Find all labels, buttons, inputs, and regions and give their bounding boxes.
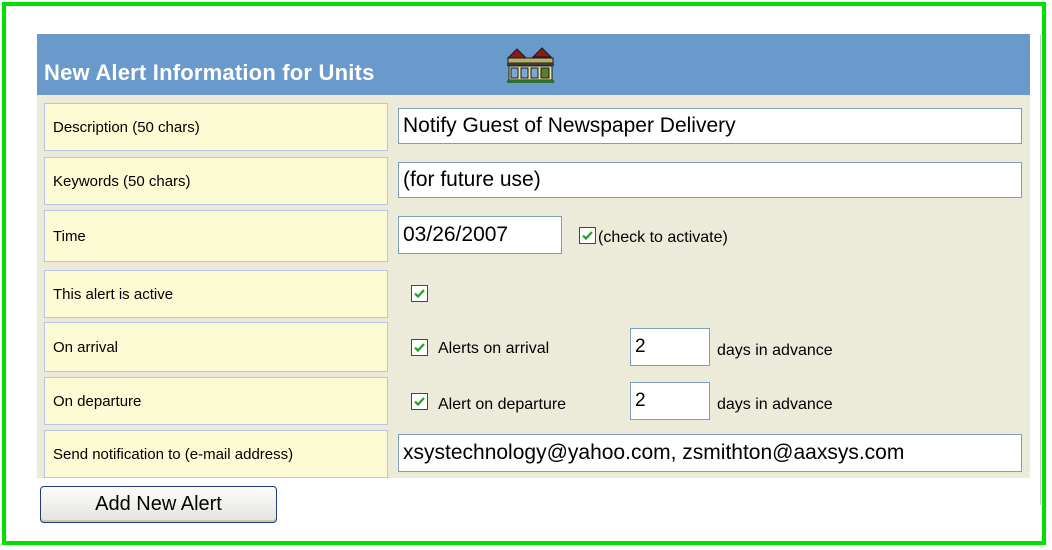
- activate-label: (check to activate): [598, 229, 728, 246]
- arrival-checkbox-label: Alerts on arrival: [438, 340, 550, 357]
- departure-label: On departure: [44, 377, 388, 425]
- time-label: Time: [44, 210, 388, 262]
- building-icon: [505, 44, 557, 89]
- arrival-label: On arrival: [44, 322, 388, 372]
- time-input[interactable]: 03/26/2007: [398, 216, 562, 254]
- add-new-alert-button[interactable]: Add New Alert: [40, 486, 277, 523]
- departure-checkbox-label: Alert on departure: [438, 396, 567, 413]
- activate-checkbox[interactable]: [579, 227, 596, 244]
- form-title: New Alert Information for Units: [44, 60, 375, 85]
- checkmark-icon: [414, 397, 425, 407]
- departure-days-input[interactable]: 2: [630, 382, 710, 420]
- departure-checkbox[interactable]: [411, 393, 428, 410]
- keywords-input[interactable]: (for future use): [398, 162, 1022, 198]
- arrival-days-input[interactable]: 2: [630, 328, 710, 366]
- frame-divider: [1040, 35, 1041, 505]
- checkmark-icon: [414, 289, 425, 299]
- arrival-checkbox[interactable]: [411, 339, 428, 356]
- departure-suffix: days in advance: [717, 396, 833, 413]
- notify-label: Send notification to (e-mail address): [44, 430, 388, 478]
- description-label: Description (50 chars): [44, 103, 388, 151]
- notify-email-input[interactable]: xsystechnology@yahoo.com, zsmithton@aaxs…: [398, 434, 1022, 472]
- active-label: This alert is active: [44, 270, 388, 318]
- checkmark-icon: [582, 231, 593, 241]
- description-input[interactable]: Notify Guest of Newspaper Delivery: [398, 108, 1022, 144]
- active-checkbox[interactable]: [411, 285, 428, 302]
- keywords-label: Keywords (50 chars): [44, 157, 388, 205]
- checkmark-icon: [414, 343, 425, 353]
- arrival-suffix: days in advance: [717, 342, 833, 359]
